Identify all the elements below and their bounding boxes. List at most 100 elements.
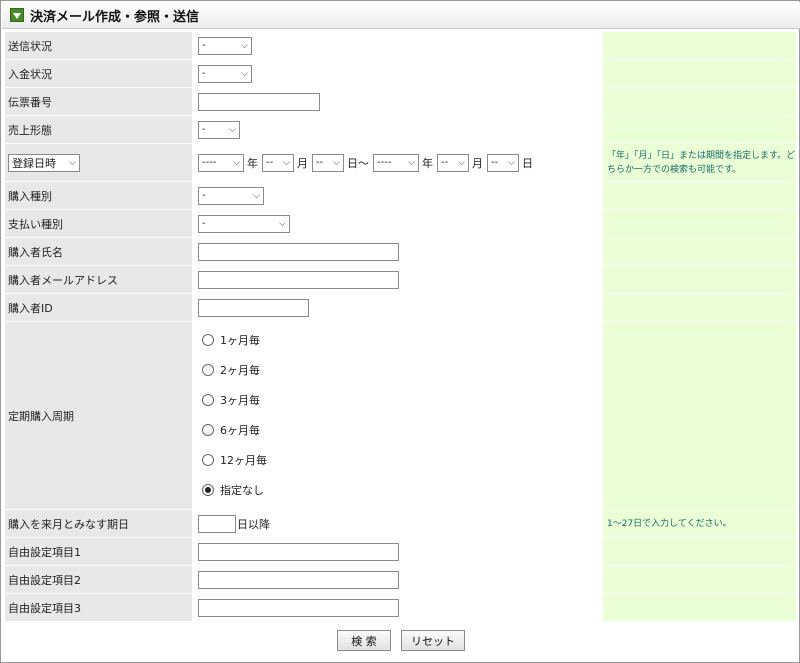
note-free1 — [603, 538, 796, 566]
radio-button[interactable] — [202, 334, 214, 346]
day-to-unit: 日 — [522, 156, 533, 170]
note-slip-number — [603, 88, 796, 116]
label-sales-type: 売上形態 — [5, 116, 192, 144]
free2-input[interactable] — [198, 570, 399, 589]
row-send-status: 送信状況 - ⌵ — [5, 32, 796, 60]
row-free3: 自由設定項目3 — [5, 594, 796, 622]
cycle-option-12[interactable]: 12ヶ月毎 — [198, 445, 267, 475]
radio-button[interactable] — [202, 424, 214, 436]
row-purchase-type: 購入種別 - ⌵ — [5, 182, 796, 210]
panel-title: 決済メール作成・参照・送信 — [30, 9, 200, 25]
search-button[interactable]: 検 索 — [337, 630, 391, 651]
cycle-option-label: 1ヶ月毎 — [220, 334, 260, 347]
chevron-down-icon: ⌵ — [229, 124, 236, 135]
label-cycle: 定期購入周期 — [5, 322, 192, 510]
label-buyer-email: 購入者メールアドレス — [5, 266, 192, 294]
label-buyer-id: 購入者ID — [5, 294, 192, 322]
month-from-select[interactable]: -- ⌵ — [262, 153, 294, 172]
note-payment-status — [603, 60, 796, 88]
chevron-down-icon: ⌵ — [508, 157, 515, 168]
radio-button-selected[interactable] — [202, 484, 214, 496]
cycle-option-1[interactable]: 1ヶ月毎 — [198, 325, 267, 355]
cycle-option-6[interactable]: 6ヶ月毎 — [198, 415, 267, 445]
payment-status-value: - — [202, 68, 206, 79]
note-purchase-type — [603, 182, 796, 210]
year-from-value: ---- — [202, 157, 217, 168]
purchase-type-value: - — [202, 190, 206, 201]
cycle-option-2[interactable]: 2ヶ月毎 — [198, 355, 267, 385]
note-buyer-email — [603, 266, 796, 294]
month-to-unit: 月 — [472, 156, 483, 170]
year-to-unit: 年 — [422, 156, 433, 170]
send-status-select[interactable]: - ⌵ — [198, 36, 252, 55]
date-type-select[interactable]: 登録日時 ⌵ — [8, 153, 80, 172]
payment-type-select[interactable]: - ⌵ — [198, 214, 290, 233]
row-payment-type: 支払い種別 - ⌵ — [5, 210, 796, 238]
year-to-select[interactable]: ---- ⌵ — [373, 153, 419, 172]
label-purchase-type: 購入種別 — [5, 182, 192, 210]
search-form: 送信状況 - ⌵ 入金状況 - ⌵ 伝票番号 売上形態 - ⌵ 登録日時 ⌵ -… — [5, 32, 796, 622]
payment-status-select[interactable]: - ⌵ — [198, 64, 252, 83]
radio-button[interactable] — [202, 394, 214, 406]
chevron-down-icon: ⌵ — [458, 157, 465, 168]
purchase-type-select[interactable]: - ⌵ — [198, 186, 264, 205]
radio-button[interactable] — [202, 364, 214, 376]
chevron-down-icon: ⌵ — [253, 190, 260, 201]
chevron-down-icon: ⌵ — [333, 157, 340, 168]
label-payment-status: 入金状況 — [5, 60, 192, 88]
note-buyer-id — [603, 294, 796, 322]
reset-button[interactable]: リセット — [401, 630, 465, 651]
month-from-unit: 月 — [297, 156, 308, 170]
label-date: 登録日時 ⌵ — [5, 144, 192, 182]
cycle-option-none[interactable]: 指定なし — [198, 475, 267, 505]
chevron-down-icon: ⌵ — [233, 157, 240, 168]
free3-input[interactable] — [198, 598, 399, 617]
note-free2 — [603, 566, 796, 594]
label-free1: 自由設定項目1 — [5, 538, 192, 566]
buyer-id-input[interactable] — [198, 298, 309, 317]
slip-number-input[interactable] — [198, 92, 320, 111]
buyer-email-input[interactable] — [198, 270, 399, 289]
cycle-option-label: 12ヶ月毎 — [220, 454, 267, 467]
day-from-select[interactable]: -- ⌵ — [312, 153, 344, 172]
chevron-down-icon: ⌵ — [241, 68, 248, 79]
note-cycle — [603, 322, 796, 510]
triangle-down-icon — [10, 8, 24, 22]
cycle-option-3[interactable]: 3ヶ月毎 — [198, 385, 267, 415]
note-payment-type — [603, 210, 796, 238]
month-to-select[interactable]: -- ⌵ — [437, 153, 469, 172]
free1-input[interactable] — [198, 542, 399, 561]
payment-type-value: - — [202, 218, 206, 229]
sales-type-select[interactable]: - ⌵ — [198, 120, 240, 139]
row-buyer-name: 購入者氏名 — [5, 238, 796, 266]
radio-button[interactable] — [202, 454, 214, 466]
month-to-value: -- — [441, 157, 449, 168]
day-to-value: -- — [491, 157, 499, 168]
cycle-option-label: 指定なし — [220, 484, 264, 497]
buyer-name-input[interactable] — [198, 242, 399, 261]
note-sales-type — [603, 116, 796, 144]
next-month-day-suffix: 日以降 — [237, 517, 270, 531]
chevron-down-icon: ⌵ — [69, 157, 76, 168]
note-free3 — [603, 594, 796, 622]
row-buyer-id: 購入者ID — [5, 294, 796, 322]
label-next-month-day: 購入を来月とみなす期日 — [5, 510, 192, 538]
cycle-option-label: 2ヶ月毎 — [220, 364, 260, 377]
next-month-day-input[interactable] — [198, 514, 236, 533]
year-to-value: ---- — [377, 157, 392, 168]
day-from-unit: 日〜 — [347, 156, 369, 170]
search-panel: 決済メール作成・参照・送信 送信状況 - ⌵ 入金状況 - ⌵ 伝票番号 売上形… — [0, 0, 800, 663]
chevron-down-icon: ⌵ — [241, 40, 248, 51]
cycle-radio-group: 1ヶ月毎 2ヶ月毎 3ヶ月毎 6ヶ月毎 12ヶ月毎 指定なし — [198, 325, 267, 505]
row-date: 登録日時 ⌵ ---- ⌵ 年 -- ⌵ 月 -- ⌵ 日〜 ---- ⌵ 年 … — [5, 144, 796, 182]
panel-header: 決済メール作成・参照・送信 — [2, 2, 800, 29]
cycle-option-label: 3ヶ月毎 — [220, 394, 260, 407]
year-from-select[interactable]: ---- ⌵ — [198, 153, 244, 172]
chevron-down-icon: ⌵ — [279, 218, 286, 229]
label-free2: 自由設定項目2 — [5, 566, 192, 594]
day-to-select[interactable]: -- ⌵ — [487, 153, 519, 172]
row-next-month-day: 購入を来月とみなす期日 日以降 1〜27日で入力してください。 — [5, 510, 796, 538]
send-status-value: - — [202, 40, 206, 51]
day-from-value: -- — [316, 157, 324, 168]
note-send-status — [603, 32, 796, 60]
